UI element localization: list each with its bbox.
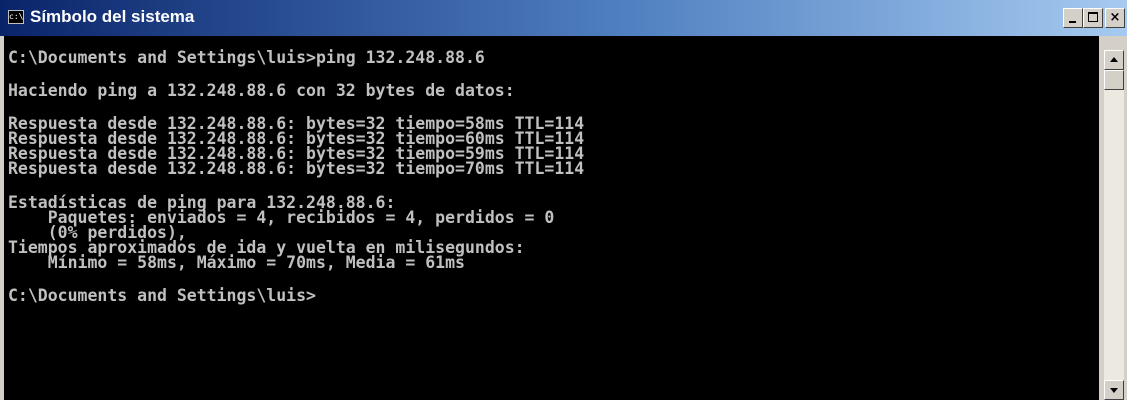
console-prompt-line: C:\Documents and Settings\luis> [8, 286, 316, 306]
close-button[interactable]: × [1105, 8, 1125, 28]
window-title: Símbolo del sistema [30, 7, 195, 26]
minimize-icon [1069, 21, 1076, 23]
scroll-down-button[interactable] [1104, 380, 1124, 400]
close-icon: × [1109, 10, 1121, 25]
console-line: Respuesta desde 132.248.88.6: bytes=32 t… [8, 159, 585, 179]
scrollbar-thumb[interactable] [1104, 70, 1124, 90]
console-text: C:\Documents and Settings\luis>ping 132.… [4, 36, 1099, 306]
maximize-icon [1088, 12, 1098, 22]
maximize-button[interactable] [1083, 8, 1103, 28]
arrow-down-icon [1110, 388, 1118, 393]
console-line: Haciendo ping a 132.248.88.6 con 32 byte… [8, 81, 515, 101]
arrow-up-icon [1110, 57, 1118, 62]
vertical-scrollbar[interactable] [1104, 50, 1124, 400]
cmd-prompt-icon[interactable]: c:\ [8, 10, 24, 24]
window-controls: × [1063, 8, 1125, 30]
title-bar[interactable]: c:\ Símbolo del sistema × [0, 0, 1127, 36]
command-prompt-window: c:\ Símbolo del sistema × C:\Documents a… [0, 0, 1127, 400]
minimize-button[interactable] [1063, 8, 1083, 28]
console-line: C:\Documents and Settings\luis>ping 132.… [8, 48, 485, 67]
console-output[interactable]: C:\Documents and Settings\luis>ping 132.… [4, 36, 1099, 400]
scroll-up-button[interactable] [1104, 50, 1124, 70]
console-line: Mínimo = 58ms, Máximo = 70ms, Media = 61… [8, 252, 465, 272]
